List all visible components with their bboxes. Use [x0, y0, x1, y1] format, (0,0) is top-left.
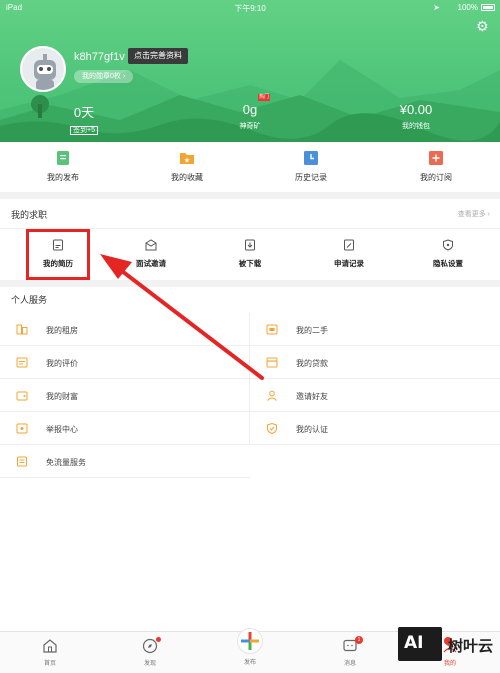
- wallet-stat[interactable]: ¥0.00 我的钱包: [396, 102, 436, 131]
- report-center-label: 举报中心: [46, 425, 78, 434]
- document-icon: [57, 151, 69, 165]
- tab-discover[interactable]: 发现: [120, 637, 180, 667]
- free-data-service-item[interactable]: 免流量服务: [0, 445, 250, 478]
- downloaded-button[interactable]: 被下载: [200, 239, 300, 269]
- clock-icon: [304, 151, 318, 165]
- tab-publish[interactable]: 发布: [220, 628, 280, 666]
- envelope-icon: [145, 239, 157, 251]
- invite-friends-item[interactable]: 邀请好友: [250, 379, 500, 412]
- services-grid: 我的租房 我的二手 我的评价 我的贷款 我的财富 邀请好友 举报中心 我的认证 …: [0, 313, 500, 478]
- my-wealth-label: 我的财富: [46, 392, 78, 401]
- checkin-days-value: 0天: [73, 105, 95, 120]
- wallet-label: 我的钱包: [402, 123, 430, 130]
- ore-stat[interactable]: 0g 神奇矿: [230, 102, 270, 131]
- watermark-ai-box: AI: [398, 627, 442, 661]
- privacy-settings-label: 隐私设置: [433, 259, 463, 268]
- edit-profile-tooltip[interactable]: 点击完善资料: [128, 48, 188, 64]
- checkin-button[interactable]: 签到+5: [70, 126, 98, 135]
- see-more-link[interactable]: 查看更多 ›: [458, 209, 490, 219]
- tab-home[interactable]: 首页: [20, 637, 80, 667]
- interview-invites-button[interactable]: 面试邀请: [101, 239, 201, 269]
- my-verification-label: 我的认证: [296, 425, 328, 434]
- my-loans-item[interactable]: 我的贷款: [250, 346, 500, 379]
- message-count-badge: 1: [355, 636, 363, 644]
- divider: [0, 280, 500, 287]
- divider: [0, 192, 500, 199]
- tab-discover-label: 发现: [143, 661, 156, 667]
- my-favorites-button[interactable]: ★ 我的收藏: [137, 150, 237, 183]
- checkin-stat[interactable]: 0天 签到+5: [64, 102, 104, 135]
- my-secondhand-label: 我的二手: [296, 326, 328, 335]
- publish-plus-icon: [237, 628, 263, 654]
- avatar[interactable]: [20, 46, 66, 92]
- my-posts-label: 我的发布: [47, 173, 79, 182]
- battery-icon: [481, 4, 495, 11]
- my-reviews-item[interactable]: 我的评价: [0, 346, 250, 379]
- edit-doc-icon: [344, 239, 354, 251]
- notification-dot: [156, 637, 161, 642]
- my-subscriptions-button[interactable]: 我的订阅: [386, 150, 486, 183]
- tab-messages[interactable]: 1 消息: [320, 636, 380, 667]
- shield-check-icon: [267, 423, 277, 434]
- download-icon: [245, 239, 255, 251]
- location-arrow-icon: ➤: [433, 3, 440, 12]
- my-verification-item[interactable]: 我的认证: [250, 412, 500, 445]
- folder-star-icon: ★: [180, 153, 194, 165]
- ore-label: 神奇矿: [239, 123, 261, 130]
- tab-home-label: 首页: [43, 661, 56, 667]
- plus-box-icon: [429, 151, 443, 165]
- application-records-label: 申请记录: [334, 259, 364, 268]
- watermark-ai-text: AI: [404, 633, 424, 653]
- profile-header: iPad 下午9:10 ➤ 100% ⚙ k8h77gf1v 点击完善资料 我的…: [0, 0, 500, 142]
- clock: 下午9:10: [234, 4, 266, 13]
- svg-text:★: ★: [184, 157, 190, 165]
- watermark-logo: AI 树叶云: [398, 627, 496, 663]
- username[interactable]: k8h77gf1v: [74, 51, 125, 63]
- invite-friends-label: 邀请好友: [296, 392, 328, 401]
- my-reviews-label: 我的评价: [46, 359, 78, 368]
- my-favorites-label: 我的收藏: [171, 173, 203, 182]
- person-icon: [267, 390, 277, 401]
- house-icon: [16, 324, 28, 335]
- traffic-icon: [17, 456, 27, 467]
- application-records-button[interactable]: 申请记录: [299, 239, 399, 269]
- my-rentals-item[interactable]: 我的租房: [0, 313, 250, 346]
- hot-badge: 热门: [258, 94, 270, 101]
- gear-icon[interactable]: ⚙: [476, 19, 490, 33]
- watermark-text: 树叶云: [448, 638, 494, 655]
- secondhand-icon: [266, 324, 278, 335]
- history-button[interactable]: 历史记录: [261, 150, 361, 183]
- comment-icon: [16, 357, 28, 368]
- my-loans-label: 我的贷款: [296, 359, 328, 368]
- job-section-header: 我的求职 查看更多 ›: [0, 199, 500, 229]
- privacy-settings-button[interactable]: 隐私设置: [398, 239, 498, 269]
- badges-button[interactable]: 我的勋章0枚 ›: [74, 70, 134, 83]
- status-bar: iPad 下午9:10 ➤ 100%: [0, 0, 500, 16]
- wallet-value: ¥0.00: [399, 102, 433, 117]
- job-section-title: 我的求职: [11, 210, 48, 220]
- wallet-icon: [16, 391, 28, 401]
- ore-value: 0g: [242, 102, 258, 117]
- tab-messages-label: 消息: [343, 661, 356, 667]
- services-section-title: 个人服务: [11, 295, 48, 305]
- history-label: 历史记录: [295, 173, 327, 182]
- shield-icon: [443, 239, 453, 251]
- quick-nav: 我的发布 ★ 我的收藏 历史记录 我的订阅: [0, 142, 500, 192]
- interview-invites-label: 面试邀请: [136, 259, 166, 268]
- my-rentals-label: 我的租房: [46, 326, 78, 335]
- my-subscriptions-label: 我的订阅: [420, 173, 452, 182]
- eye-icon: [16, 423, 28, 434]
- my-posts-button[interactable]: 我的发布: [13, 150, 113, 183]
- my-wealth-item[interactable]: 我的财富: [0, 379, 250, 412]
- loan-icon: [266, 357, 278, 368]
- downloaded-label: 被下载: [238, 259, 262, 268]
- home-icon: [43, 639, 57, 653]
- tab-publish-label: 发布: [243, 660, 256, 666]
- battery-percentage: 100%: [457, 3, 478, 12]
- highlight-annotation-box: [26, 229, 90, 280]
- my-secondhand-item[interactable]: 我的二手: [250, 313, 500, 346]
- report-center-item[interactable]: 举报中心: [0, 412, 250, 445]
- free-data-service-label: 免流量服务: [46, 458, 86, 467]
